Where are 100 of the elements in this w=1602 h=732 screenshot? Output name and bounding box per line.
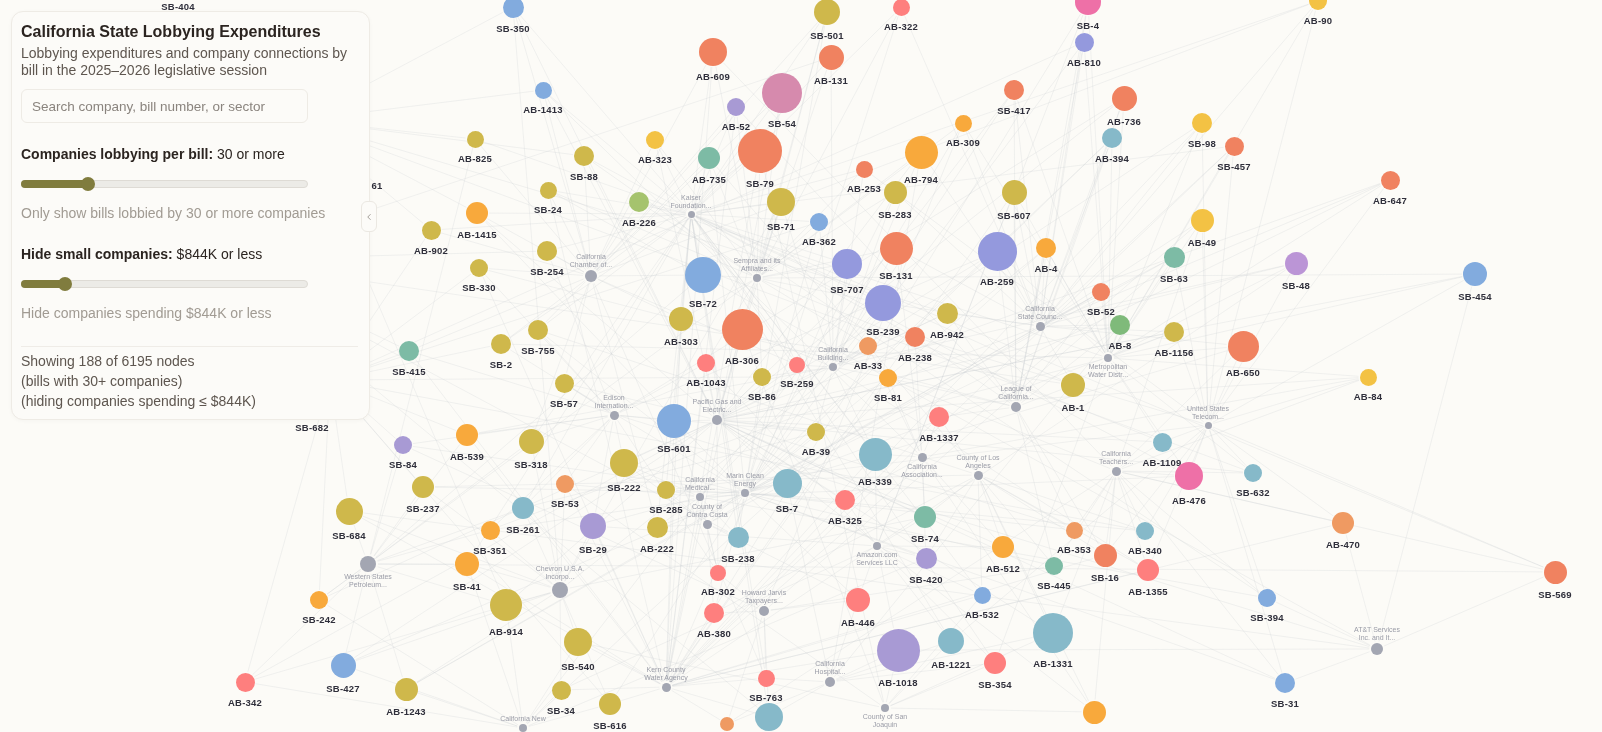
company-node[interactable] bbox=[702, 519, 712, 529]
bill-node[interactable] bbox=[1152, 432, 1172, 452]
bill-node[interactable] bbox=[534, 81, 552, 99]
bill-node[interactable] bbox=[1045, 557, 1063, 575]
company-node[interactable] bbox=[661, 682, 671, 692]
bill-node[interactable] bbox=[727, 98, 745, 116]
bill-node[interactable] bbox=[399, 341, 419, 361]
bill-node[interactable] bbox=[699, 38, 727, 66]
bill-node[interactable] bbox=[539, 181, 557, 199]
bill-node[interactable] bbox=[669, 307, 693, 331]
bill-node[interactable] bbox=[394, 436, 412, 454]
bill-node[interactable] bbox=[1082, 700, 1106, 724]
company-node[interactable] bbox=[552, 582, 568, 598]
company-node[interactable] bbox=[1035, 321, 1045, 331]
bill-node[interactable] bbox=[1192, 113, 1212, 133]
bill-node[interactable] bbox=[938, 628, 964, 654]
bill-node[interactable] bbox=[1092, 283, 1110, 301]
company-node[interactable] bbox=[712, 415, 722, 425]
bill-node[interactable] bbox=[235, 672, 255, 692]
bill-node[interactable] bbox=[1093, 543, 1117, 567]
bill-node[interactable] bbox=[1111, 85, 1137, 111]
company-node[interactable] bbox=[759, 606, 769, 616]
bill-node[interactable] bbox=[480, 520, 500, 540]
bill-node[interactable] bbox=[335, 497, 363, 525]
company-node[interactable] bbox=[881, 704, 889, 712]
bill-node[interactable] bbox=[491, 334, 511, 354]
bill-node[interactable] bbox=[556, 475, 574, 493]
bill-node[interactable] bbox=[470, 259, 488, 277]
slider-thumb[interactable] bbox=[57, 277, 72, 291]
company-node[interactable] bbox=[1371, 643, 1383, 655]
bill-node[interactable] bbox=[685, 257, 721, 293]
bill-node[interactable] bbox=[564, 628, 592, 656]
bill-node[interactable] bbox=[1004, 80, 1024, 100]
bill-node[interactable] bbox=[1065, 521, 1083, 539]
bill-node[interactable] bbox=[646, 516, 668, 538]
bill-node[interactable] bbox=[710, 565, 726, 581]
bill-node[interactable] bbox=[537, 241, 557, 261]
bill-node[interactable] bbox=[810, 213, 828, 231]
bill-node[interactable] bbox=[574, 146, 594, 166]
bill-node[interactable] bbox=[394, 677, 418, 701]
bill-node[interactable] bbox=[879, 369, 897, 387]
company-node[interactable] bbox=[873, 542, 881, 550]
bill-node[interactable] bbox=[757, 669, 775, 687]
bill-node[interactable] bbox=[310, 591, 328, 609]
bill-node[interactable] bbox=[727, 526, 749, 548]
company-node[interactable] bbox=[973, 470, 983, 480]
bill-node[interactable] bbox=[412, 476, 434, 498]
bill-node[interactable] bbox=[1036, 238, 1056, 258]
bill-node[interactable] bbox=[456, 424, 478, 446]
bill-node[interactable] bbox=[858, 437, 892, 471]
company-node[interactable] bbox=[687, 210, 695, 218]
bill-node[interactable] bbox=[954, 114, 972, 132]
bill-node[interactable] bbox=[973, 586, 991, 604]
bill-node[interactable] bbox=[518, 428, 544, 454]
bill-node[interactable] bbox=[704, 603, 724, 623]
bill-node[interactable] bbox=[1033, 613, 1073, 653]
bill-node[interactable] bbox=[1061, 373, 1085, 397]
bill-node[interactable] bbox=[697, 354, 715, 372]
company-node[interactable] bbox=[1011, 402, 1021, 412]
bill-node[interactable] bbox=[984, 652, 1006, 674]
company-node[interactable] bbox=[828, 362, 838, 372]
bill-node[interactable] bbox=[512, 497, 534, 519]
bill-node[interactable] bbox=[721, 308, 763, 350]
bill-node[interactable] bbox=[914, 506, 936, 528]
bill-node[interactable] bbox=[1137, 559, 1159, 581]
bill-node[interactable] bbox=[657, 481, 675, 499]
bill-node[interactable] bbox=[330, 652, 356, 678]
slider-track[interactable] bbox=[21, 177, 308, 191]
bill-node[interactable] bbox=[528, 320, 548, 340]
bill-node[interactable] bbox=[818, 44, 844, 70]
bill-node[interactable] bbox=[814, 0, 840, 25]
company-node[interactable] bbox=[917, 452, 927, 462]
slider-thumb[interactable] bbox=[80, 177, 95, 191]
bill-node[interactable] bbox=[551, 680, 571, 700]
company-node[interactable] bbox=[519, 724, 527, 732]
bill-node[interactable] bbox=[1543, 560, 1567, 584]
bill-node[interactable] bbox=[1227, 330, 1259, 362]
bill-node[interactable] bbox=[1463, 262, 1487, 286]
bill-node[interactable] bbox=[502, 0, 524, 18]
bill-node[interactable] bbox=[698, 147, 720, 169]
bill-node[interactable] bbox=[865, 285, 901, 321]
bill-node[interactable] bbox=[1284, 251, 1308, 275]
company-node[interactable] bbox=[609, 410, 619, 420]
bill-node[interactable] bbox=[1136, 522, 1154, 540]
bill-node[interactable] bbox=[755, 703, 783, 731]
bill-node[interactable] bbox=[580, 513, 606, 539]
bill-node[interactable] bbox=[646, 131, 664, 149]
bill-node[interactable] bbox=[1258, 589, 1276, 607]
bill-node[interactable] bbox=[1110, 315, 1130, 335]
bill-node[interactable] bbox=[1102, 128, 1122, 148]
bill-node[interactable] bbox=[1359, 368, 1377, 386]
bill-node[interactable] bbox=[1244, 464, 1262, 482]
bill-node[interactable] bbox=[753, 368, 771, 386]
bill-node[interactable] bbox=[490, 589, 522, 621]
search-field[interactable]: Search company, bill number, or sector bbox=[21, 89, 308, 123]
bill-node[interactable] bbox=[992, 536, 1014, 558]
bill-node[interactable] bbox=[807, 423, 825, 441]
company-node[interactable] bbox=[825, 677, 835, 687]
bill-node[interactable] bbox=[1074, 32, 1094, 52]
bill-node[interactable] bbox=[855, 160, 873, 178]
